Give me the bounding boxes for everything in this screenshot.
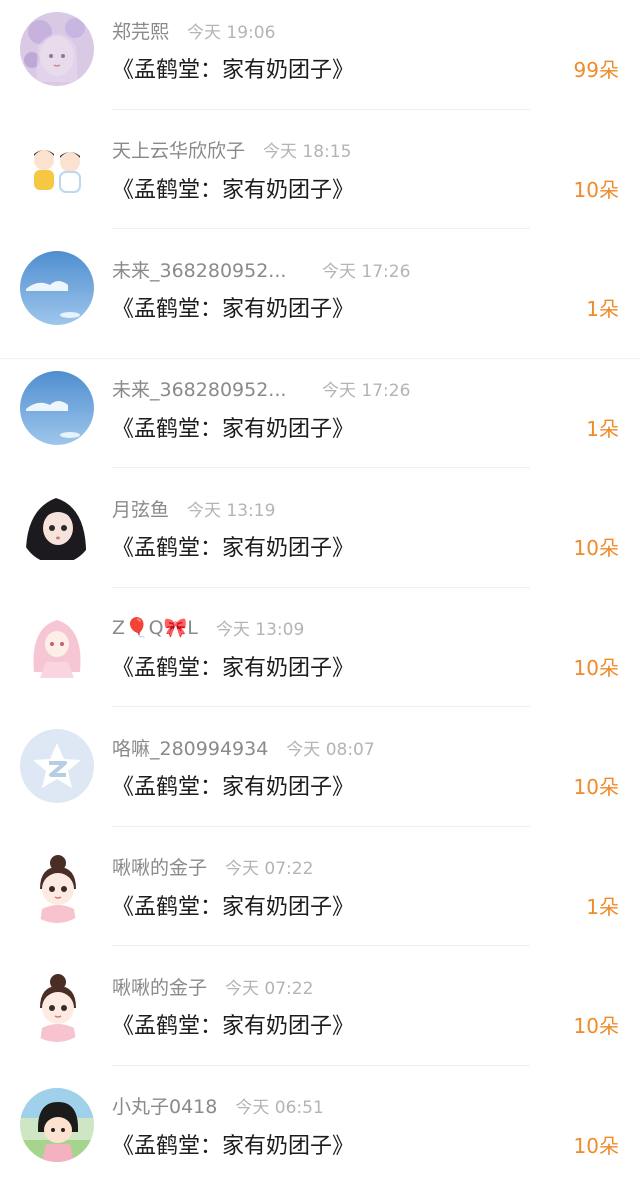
book-title[interactable]: 《孟鹤堂：家有奶团子》	[112, 1008, 354, 1040]
divider	[112, 228, 530, 229]
list-item[interactable]: 咯嘛_280994934 今天 08:07 《孟鹤堂：家有奶团子》 10朵	[0, 717, 640, 837]
flower-count: 10朵	[574, 174, 619, 203]
list-item[interactable]: 郑芫熙 今天 19:06 《孟鹤堂：家有奶团子》 99朵	[0, 0, 640, 120]
default-star-avatar[interactable]	[20, 729, 94, 803]
user-name[interactable]: 咯嘛_280994934	[112, 734, 268, 761]
divider	[112, 945, 530, 946]
book-title[interactable]: 《孟鹤堂：家有奶团子》	[112, 411, 354, 443]
user-name[interactable]: 郑芫熙	[112, 17, 169, 44]
book-title[interactable]: 《孟鹤堂：家有奶团子》	[112, 172, 354, 204]
flower-count: 1朵	[586, 293, 619, 322]
user-name[interactable]: 天上云华欣欣子	[112, 136, 245, 163]
gift-time: 今天 17:26	[322, 376, 410, 401]
flower-count: 10朵	[574, 771, 619, 800]
gift-time: 今天 18:15	[263, 137, 351, 162]
gift-record-list: 郑芫熙 今天 19:06 《孟鹤堂：家有奶团子》 99朵 天上云华欣欣子 今天 …	[0, 0, 640, 1192]
sky-avatar[interactable]	[20, 371, 94, 445]
book-title[interactable]: 《孟鹤堂：家有奶团子》	[112, 650, 354, 682]
book-title[interactable]: 《孟鹤堂：家有奶团子》	[112, 769, 354, 801]
divider	[112, 467, 530, 468]
book-title[interactable]: 《孟鹤堂：家有奶团子》	[112, 889, 354, 921]
book-title[interactable]: 《孟鹤堂：家有奶团子》	[112, 52, 354, 84]
gift-time: 今天 19:06	[187, 18, 275, 43]
maruko-avatar[interactable]	[20, 1088, 94, 1162]
divider	[112, 1065, 530, 1066]
list-item[interactable]: 啾啾的金子 今天 07:22 《孟鹤堂：家有奶团子》 1朵	[0, 837, 640, 957]
book-title[interactable]: 《孟鹤堂：家有奶团子》	[112, 1128, 354, 1160]
cartoon-girl-bun-avatar[interactable]	[20, 968, 94, 1042]
gift-time: 今天 07:22	[225, 974, 313, 999]
divider	[112, 587, 530, 588]
anime-girl-dark-hair-avatar[interactable]	[20, 490, 94, 564]
divider	[112, 109, 530, 110]
user-name[interactable]: 月弦鱼	[112, 495, 169, 522]
flower-count: 99朵	[574, 54, 619, 83]
gift-time: 今天 08:07	[286, 735, 374, 760]
flower-count: 10朵	[574, 652, 619, 681]
user-name[interactable]: 未来_368280952...	[112, 375, 304, 402]
user-name[interactable]: Z🎈Q🎀L	[112, 616, 198, 639]
book-title[interactable]: 《孟鹤堂：家有奶团子》	[112, 530, 354, 562]
list-item[interactable]: 啾啾的金子 今天 07:22 《孟鹤堂：家有奶团子》 10朵	[0, 956, 640, 1076]
user-name[interactable]: 啾啾的金子	[112, 973, 207, 1000]
divider	[112, 826, 530, 827]
user-name[interactable]: 未来_368280952...	[112, 256, 304, 283]
sky-avatar[interactable]	[20, 251, 94, 325]
pink-hair-girl-avatar[interactable]	[20, 610, 94, 684]
divider	[112, 706, 530, 707]
gift-time: 今天 06:51	[235, 1093, 323, 1118]
book-title[interactable]: 《孟鹤堂：家有奶团子》	[112, 291, 354, 323]
two-boys-avatar[interactable]	[20, 132, 94, 206]
flower-count: 1朵	[586, 413, 619, 442]
gift-time: 今天 17:26	[322, 257, 410, 282]
flower-count: 10朵	[574, 532, 619, 561]
user-name[interactable]: 啾啾的金子	[112, 853, 207, 880]
user-name[interactable]: 小丸子0418	[112, 1092, 217, 1119]
flower-count: 10朵	[574, 1130, 619, 1159]
cartoon-girl-bun-avatar[interactable]	[20, 849, 94, 923]
list-item[interactable]: Z🎈Q🎀L 今天 13:09 《孟鹤堂：家有奶团子》 10朵	[0, 598, 640, 718]
list-item[interactable]: 小丸子0418 今天 06:51 《孟鹤堂：家有奶团子》 10朵	[0, 1076, 640, 1195]
list-item[interactable]: 未来_368280952... 今天 17:26 《孟鹤堂：家有奶团子》 1朵	[0, 359, 640, 479]
gift-time: 今天 13:19	[187, 496, 275, 521]
list-item[interactable]: 月弦鱼 今天 13:19 《孟鹤堂：家有奶团子》 10朵	[0, 478, 640, 598]
flower-count: 10朵	[574, 1010, 619, 1039]
gift-time: 今天 13:09	[216, 615, 304, 640]
gift-time: 今天 07:22	[225, 854, 313, 879]
list-item[interactable]: 未来_368280952... 今天 17:26 《孟鹤堂：家有奶团子》 1朵	[0, 239, 640, 359]
flower-count: 1朵	[586, 891, 619, 920]
list-item[interactable]: 天上云华欣欣子 今天 18:15 《孟鹤堂：家有奶团子》 10朵	[0, 120, 640, 240]
girl-flowers-avatar[interactable]	[20, 12, 94, 86]
